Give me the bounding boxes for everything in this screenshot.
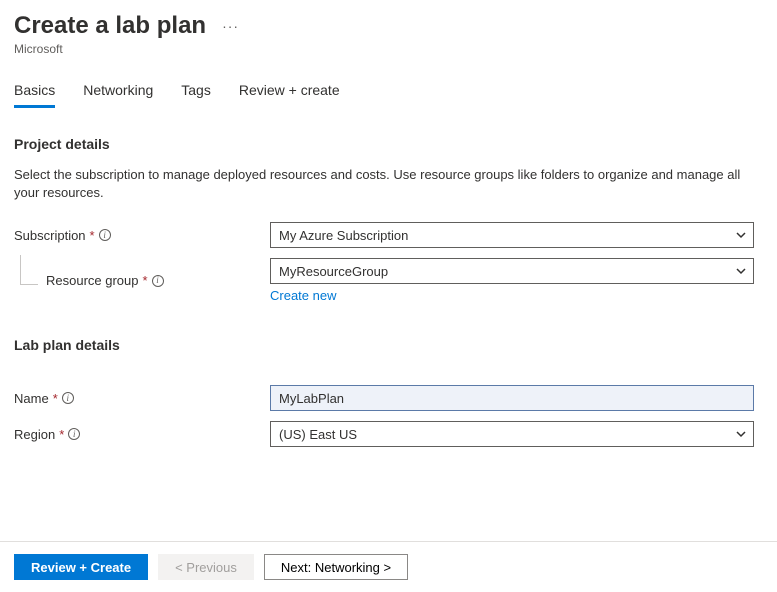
section-heading-project: Project details	[14, 136, 763, 152]
info-icon[interactable]: i	[62, 392, 74, 404]
name-value: MyLabPlan	[279, 391, 344, 406]
name-input[interactable]: MyLabPlan	[270, 385, 754, 411]
previous-button: < Previous	[158, 554, 254, 580]
section-heading-labplan: Lab plan details	[14, 337, 763, 353]
tree-connector	[20, 255, 38, 285]
required-marker: *	[59, 427, 64, 442]
subscription-value: My Azure Subscription	[279, 228, 408, 243]
section-project-details: Project details Select the subscription …	[14, 136, 763, 303]
subscription-select[interactable]: My Azure Subscription	[270, 222, 754, 248]
tab-networking[interactable]: Networking	[83, 74, 153, 108]
wizard-footer: Review + Create < Previous Next: Network…	[0, 541, 777, 592]
chevron-down-icon	[735, 265, 747, 277]
region-value: (US) East US	[279, 427, 357, 442]
info-icon[interactable]: i	[99, 229, 111, 241]
field-resource-group: Resource group * i MyResourceGroup Creat…	[14, 258, 763, 303]
info-icon[interactable]: i	[152, 275, 164, 287]
field-region: Region * i (US) East US	[14, 421, 763, 447]
wizard-tabs: Basics Networking Tags Review + create	[14, 74, 763, 108]
tab-basics[interactable]: Basics	[14, 74, 55, 108]
section-description-project: Select the subscription to manage deploy…	[14, 166, 754, 202]
label-subscription: Subscription	[14, 228, 86, 243]
label-name: Name	[14, 391, 49, 406]
page-title: Create a lab plan	[14, 12, 206, 40]
publisher-label: Microsoft	[14, 42, 763, 56]
label-region: Region	[14, 427, 55, 442]
info-icon[interactable]: i	[68, 428, 80, 440]
label-resource-group: Resource group	[46, 273, 139, 288]
more-actions-button[interactable]: ···	[216, 16, 245, 36]
field-name: Name * i MyLabPlan	[14, 385, 763, 411]
field-subscription: Subscription * i My Azure Subscription	[14, 222, 763, 248]
tab-tags[interactable]: Tags	[181, 74, 211, 108]
page-header: Create a lab plan ··· Microsoft	[14, 12, 763, 56]
required-marker: *	[53, 391, 58, 406]
required-marker: *	[90, 228, 95, 243]
next-button[interactable]: Next: Networking >	[264, 554, 408, 580]
review-create-button[interactable]: Review + Create	[14, 554, 148, 580]
tab-review-create[interactable]: Review + create	[239, 74, 340, 108]
create-new-link[interactable]: Create new	[270, 288, 336, 303]
region-select[interactable]: (US) East US	[270, 421, 754, 447]
section-lab-plan-details: Lab plan details Name * i MyLabPlan Regi…	[14, 337, 763, 447]
required-marker: *	[143, 273, 148, 288]
resource-group-select[interactable]: MyResourceGroup	[270, 258, 754, 284]
chevron-down-icon	[735, 229, 747, 241]
resource-group-value: MyResourceGroup	[279, 264, 388, 279]
chevron-down-icon	[735, 428, 747, 440]
